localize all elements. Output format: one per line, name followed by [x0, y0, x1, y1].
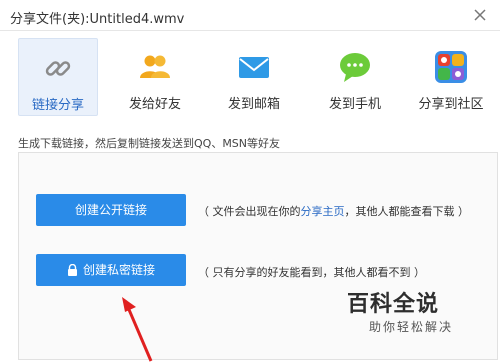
friends-icon: [138, 50, 172, 84]
community-apps-icon: [434, 50, 468, 84]
public-link-note: （ 文件会出现在你的分享主页，其他人都能查看下载 ）: [198, 203, 469, 219]
close-icon: [474, 9, 486, 21]
watermark-subtitle: 助你轻松解决: [369, 320, 454, 334]
title-bar: 分享文件(夹):Untitled4.wmv: [0, 0, 500, 31]
share-option-label: 链接分享: [31, 98, 84, 113]
button-label: 创建私密链接: [82, 263, 155, 277]
share-option-email[interactable]: 发到邮箱: [214, 38, 294, 116]
share-option-link[interactable]: 链接分享: [18, 38, 98, 116]
watermark: 百科全说 助你轻松解决: [325, 280, 485, 346]
share-options-bar: 链接分享 发给好友 发到邮箱 发到手机 分享到社区: [0, 38, 500, 118]
chat-bubble-icon: [338, 50, 372, 84]
share-description: 生成下载链接，然后复制链接发送到QQ、MSN等好友: [18, 137, 281, 150]
button-label: 创建公开链接: [74, 203, 147, 217]
close-button[interactable]: [470, 5, 490, 25]
watermark-title: 百科全说: [347, 292, 440, 317]
note-text: ，其他人都能查看下载 ）: [344, 205, 470, 218]
mail-icon: [237, 50, 271, 84]
note-text: （ 文件会出现在你的: [198, 205, 301, 218]
annotation-arrow: [122, 297, 153, 362]
share-option-community[interactable]: 分享到社区: [411, 38, 491, 116]
share-option-label: 发给好友: [128, 97, 181, 112]
share-option-label: 发到邮箱: [227, 97, 280, 112]
lock-icon: [67, 264, 77, 276]
share-option-label: 分享到社区: [418, 97, 484, 112]
share-option-label: 发到手机: [328, 97, 381, 112]
share-option-friends[interactable]: 发给好友: [115, 38, 195, 116]
create-public-link-button[interactable]: 创建公开链接: [36, 194, 186, 226]
link-icon: [41, 51, 75, 85]
private-link-note: （ 只有分享的好友能看到，其他人都看不到 ）: [198, 266, 425, 279]
share-homepage-link[interactable]: 分享主页: [301, 205, 345, 218]
create-private-link-button[interactable]: 创建私密链接: [36, 254, 186, 286]
window-title: 分享文件(夹):Untitled4.wmv: [10, 12, 185, 27]
share-option-phone[interactable]: 发到手机: [315, 38, 395, 116]
